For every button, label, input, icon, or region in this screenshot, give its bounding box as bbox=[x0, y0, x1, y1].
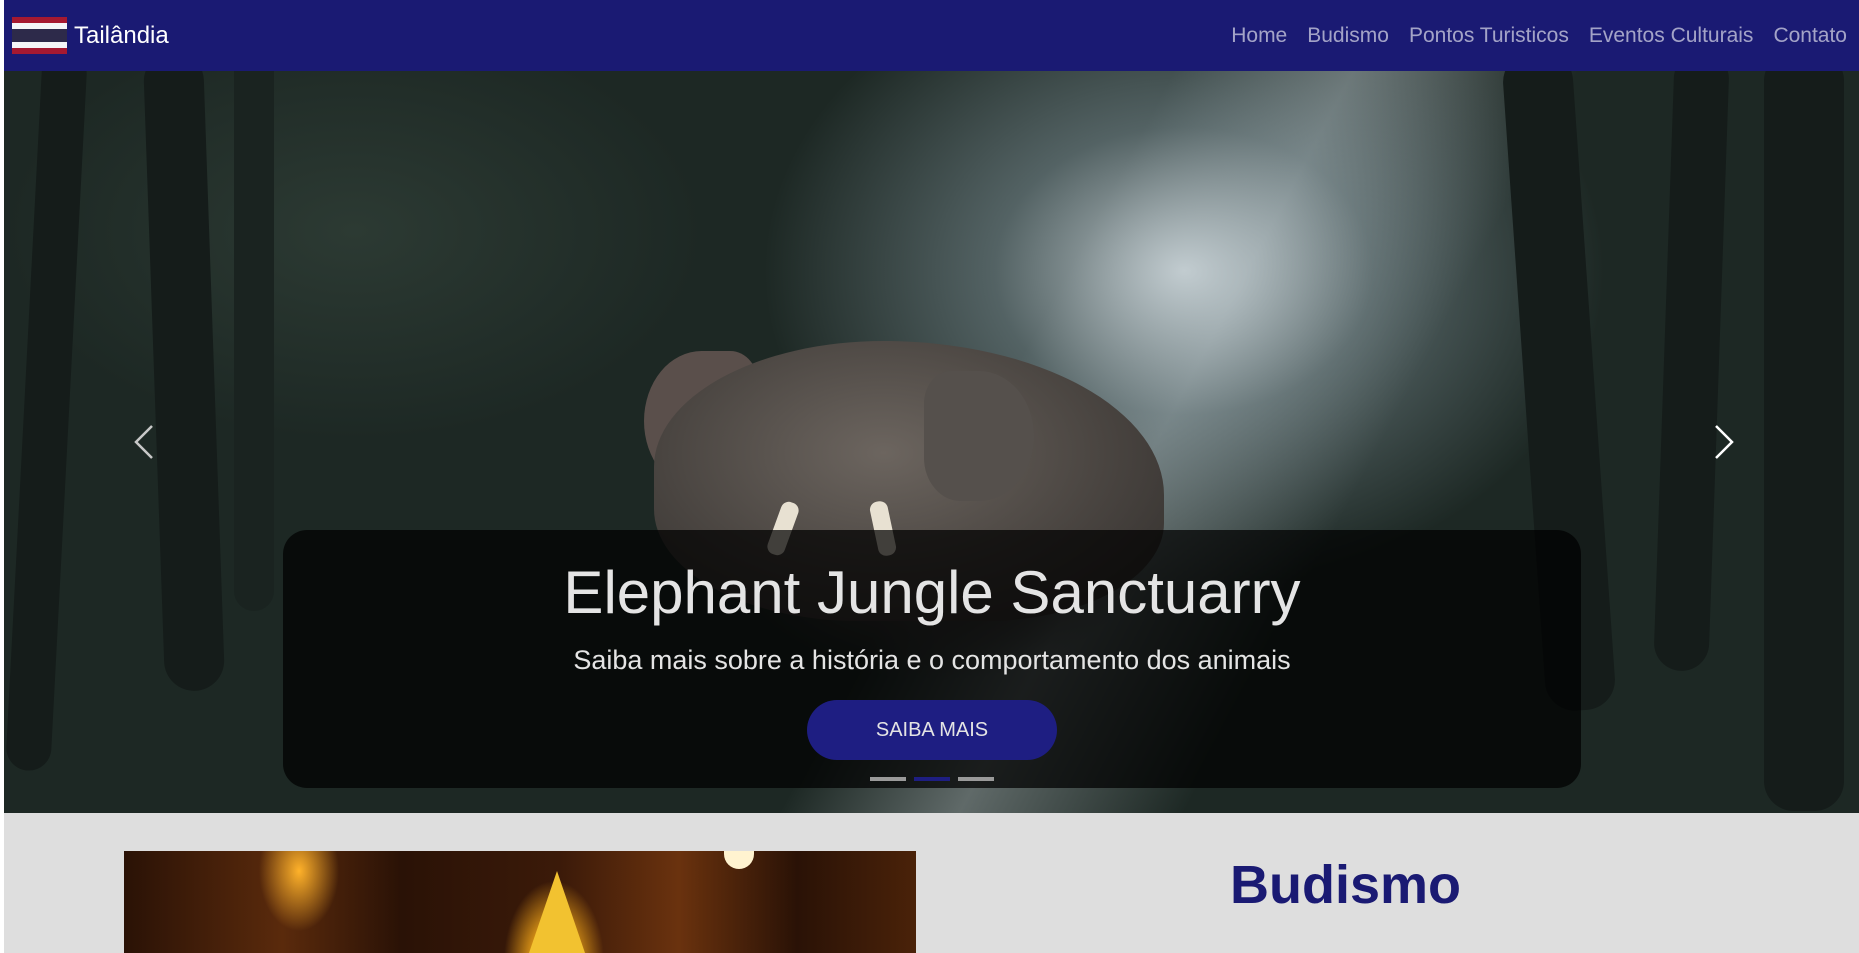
slide-text: Saiba mais sobre a história e o comporta… bbox=[573, 645, 1291, 675]
hero-carousel: Elephant Jungle Sanctuarry Saiba mais so… bbox=[4, 71, 1859, 813]
ceiling-lamp bbox=[724, 851, 754, 869]
background-tree bbox=[5, 71, 88, 772]
carousel-indicator-1[interactable] bbox=[869, 777, 906, 781]
nav-link-pontos-turisticos[interactable]: Pontos Turisticos bbox=[1399, 24, 1579, 48]
slide-title: Elephant Jungle Sanctuarry bbox=[563, 559, 1301, 626]
golden-pagoda bbox=[529, 871, 585, 953]
chevron-right-icon bbox=[1715, 425, 1734, 459]
chevron-left-icon bbox=[134, 425, 153, 459]
carousel-prev-button[interactable] bbox=[84, 71, 204, 813]
budismo-section: Budismo bbox=[4, 813, 1859, 953]
elephant-ear bbox=[924, 371, 1034, 501]
nav-link-contato[interactable]: Contato bbox=[1763, 24, 1857, 48]
brand-name: Tailândia bbox=[74, 21, 169, 49]
navbar: Tailândia Home Budismo Pontos Turisticos… bbox=[4, 0, 1859, 71]
saiba-mais-button[interactable]: SAIBA MAIS bbox=[807, 700, 1057, 760]
temple-image bbox=[124, 851, 916, 953]
section-title: Budismo bbox=[1230, 855, 1462, 915]
carousel-caption: Elephant Jungle Sanctuarry Saiba mais so… bbox=[283, 530, 1581, 788]
thailand-flag-icon bbox=[12, 17, 67, 54]
nav-link-eventos-culturais[interactable]: Eventos Culturais bbox=[1579, 24, 1764, 48]
carousel-indicator-3[interactable] bbox=[957, 777, 994, 781]
carousel-next-button[interactable] bbox=[1664, 71, 1784, 813]
carousel-indicators bbox=[4, 777, 1859, 781]
nav-link-budismo[interactable]: Budismo bbox=[1297, 24, 1399, 48]
page: Tailândia Home Budismo Pontos Turisticos… bbox=[0, 0, 1859, 953]
background-tree bbox=[234, 71, 274, 611]
brand-link[interactable]: Tailândia bbox=[12, 17, 169, 54]
nav-links: Home Budismo Pontos Turisticos Eventos C… bbox=[1221, 24, 1857, 48]
nav-link-home[interactable]: Home bbox=[1221, 24, 1297, 48]
carousel-indicator-2[interactable] bbox=[913, 777, 950, 781]
